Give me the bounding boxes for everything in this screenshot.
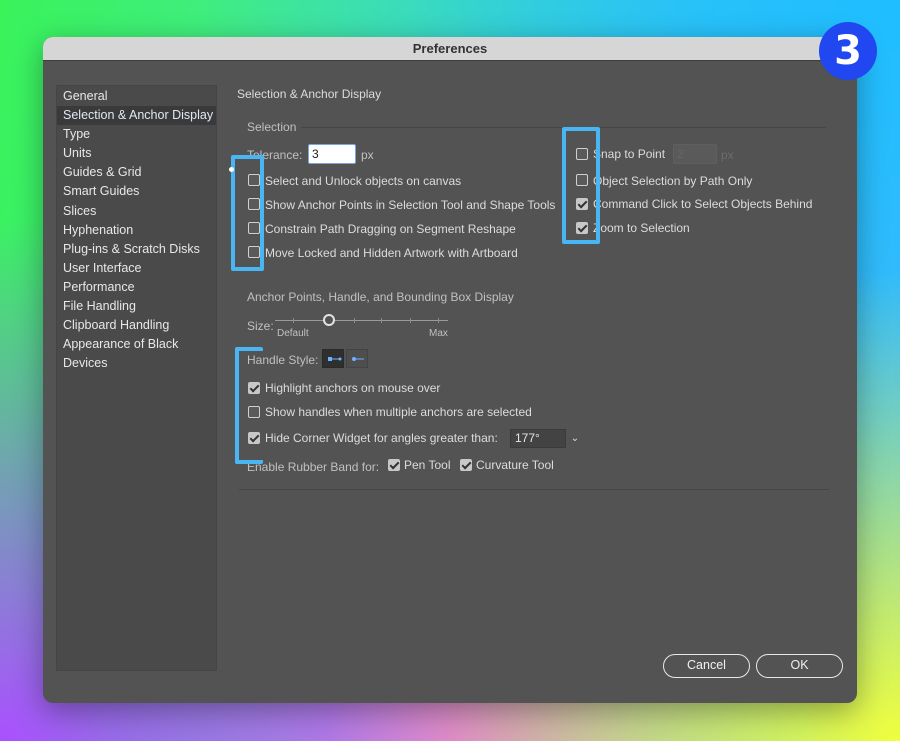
tolerance-value: 3 [312,147,319,161]
cancel-button[interactable]: Cancel [663,654,750,678]
tolerance-input[interactable]: 3 [308,144,356,164]
show-handles-multiple-label: Show handles when multiple anchors are s… [265,405,532,419]
panel-bottom-divider [239,489,829,490]
size-label: Size: [247,319,274,333]
handle-solid-icon [328,357,342,361]
move-locked-hidden-label: Move Locked and Hidden Artwork with Artb… [265,246,518,260]
annotation-box-right-selection [562,127,600,244]
size-slider-tick [410,318,411,323]
chevron-down-icon: ⌄ [570,433,580,444]
preferences-dialog: Preferences General Selection & Anchor D… [43,37,857,703]
handle-style-hollow-button[interactable] [346,349,368,368]
constrain-path-dragging-label: Constrain Path Dragging on Segment Resha… [265,222,516,236]
highlight-anchors-label: Highlight anchors on mouse over [265,381,441,395]
step-number-badge: 3 [819,22,877,80]
rubber-band-pen-checkbox[interactable] [388,459,400,471]
ok-button[interactable]: OK [756,654,843,678]
snap-distance-value: 2 [677,147,684,161]
size-max-label: Max [429,328,448,339]
object-selection-by-path-label: Object Selection by Path Only [593,174,753,188]
anchor-display-heading: Anchor Points, Handle, and Bounding Box … [247,290,514,304]
tolerance-unit: px [361,148,374,162]
size-slider-tick [354,318,355,323]
size-slider-track [275,320,448,321]
handle-hollow-icon [352,357,364,361]
annotation-box-anchor-options [235,347,263,464]
hide-corner-widget-label: Hide Corner Widget for angles greater th… [265,431,498,445]
size-slider-knob[interactable] [323,314,336,326]
size-slider-tick [381,318,382,323]
handle-style-solid-button[interactable] [322,349,344,368]
size-min-label: Default [277,328,309,339]
select-unlock-label: Select and Unlock objects on canvas [265,174,462,188]
rubber-band-curvature-label: Curvature Tool [476,458,554,472]
annotation-box-left-selection [231,155,264,271]
corner-angle-value: 177° [515,431,540,445]
size-slider-tick [293,318,294,323]
rubber-band-curvature-checkbox[interactable] [460,459,472,471]
zoom-to-selection-label: Zoom to Selection [593,221,690,235]
snap-to-point-label: Snap to Point [593,147,666,161]
preferences-panel: Selection & Anchor Display Selection Tol… [43,37,857,703]
corner-angle-select[interactable]: 177° ⌄ [510,429,579,448]
snap-distance-unit: px [721,148,734,162]
command-click-select-behind-label: Command Click to Select Objects Behind [593,197,813,211]
annotation-dot [229,167,234,172]
selection-heading: Selection [247,120,297,134]
size-slider-tick [438,318,439,323]
rubber-band-label: Enable Rubber Band for: [247,460,380,474]
rubber-band-pen-label: Pen Tool [404,458,451,472]
snap-distance-input[interactable]: 2 [673,144,717,164]
panel-title: Selection & Anchor Display [237,87,382,101]
show-anchor-points-label: Show Anchor Points in Selection Tool and… [265,198,556,212]
